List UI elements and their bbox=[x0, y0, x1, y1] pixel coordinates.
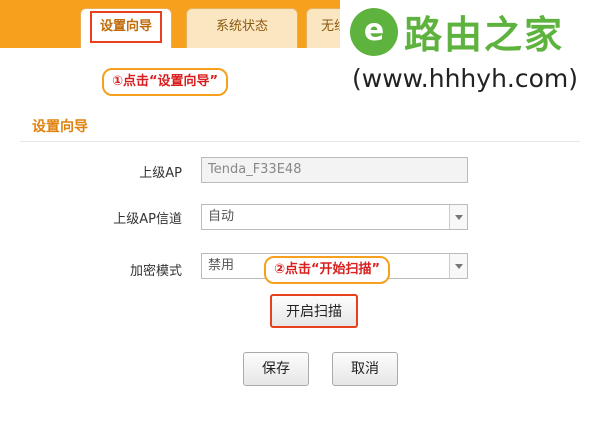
tab-setup-wizard[interactable]: 设置向导 bbox=[80, 8, 172, 48]
watermark-logo: e 路由之家 (www.hhhyh.com) bbox=[340, 0, 600, 100]
callout-step2-text: ②点击“开始扫描” bbox=[274, 262, 381, 277]
logo-title: 路由之家 bbox=[404, 13, 565, 57]
callout-step2: ②点击“开始扫描” bbox=[264, 256, 391, 284]
tab-system-status[interactable]: 系统状态 bbox=[186, 8, 298, 48]
upstream-ap-field[interactable]: Tenda_F33E48 bbox=[201, 157, 468, 183]
save-button[interactable]: 保存 bbox=[243, 352, 309, 386]
callout-step1-text: ①点击“设置向导” bbox=[112, 74, 219, 89]
chevron-down-icon[interactable] bbox=[449, 254, 467, 278]
upstream-ap-value: Tenda_F33E48 bbox=[208, 162, 302, 177]
e-logo-icon: e bbox=[350, 8, 398, 56]
cancel-button[interactable]: 取消 bbox=[332, 352, 398, 386]
encryption-value: 禁用 bbox=[208, 258, 235, 273]
section-divider bbox=[20, 141, 580, 142]
tab-system-status-label: 系统状态 bbox=[215, 19, 268, 34]
section-title: 设置向导 bbox=[32, 119, 88, 135]
chevron-down-icon[interactable] bbox=[449, 205, 467, 229]
upstream-channel-select[interactable]: 自动 bbox=[201, 204, 468, 230]
callout-step1: ①点击“设置向导” bbox=[102, 68, 229, 96]
encryption-label: 加密模式 bbox=[129, 264, 182, 279]
upstream-channel-value: 自动 bbox=[208, 209, 235, 224]
upstream-ap-label: 上级AP bbox=[139, 166, 182, 181]
tab-setup-wizard-label: 设置向导 bbox=[89, 11, 162, 43]
upstream-channel-label: 上级AP信道 bbox=[113, 212, 182, 227]
logo-url: (www.hhhyh.com) bbox=[352, 64, 579, 93]
start-scan-button[interactable]: 开启扫描 bbox=[270, 294, 358, 328]
